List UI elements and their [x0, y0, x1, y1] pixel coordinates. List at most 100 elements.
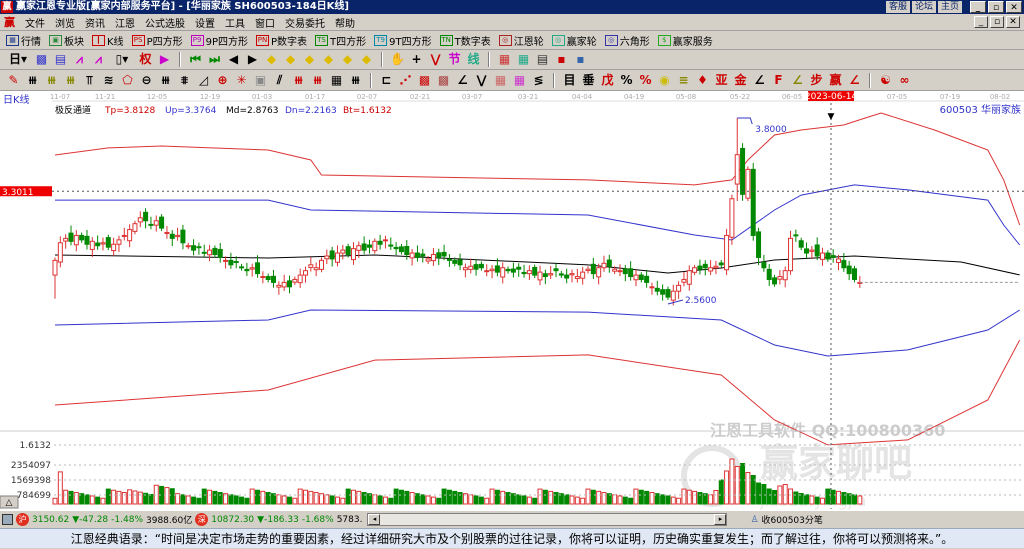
next-icon[interactable]: ▶ [245, 52, 260, 67]
angle-icon[interactable]: ∠ [455, 73, 470, 88]
line-draw-icon[interactable]: 线 [466, 52, 481, 67]
grid-tool-icon[interactable]: ⧻ [25, 73, 40, 88]
level-icon[interactable]: ⫪ [82, 73, 97, 88]
wave-icon[interactable]: ≋ [101, 73, 116, 88]
flag-icon[interactable]: ▶ [157, 52, 172, 67]
percent2-icon[interactable]: % [638, 73, 653, 88]
n2-icon[interactable]: ⩨ [177, 73, 192, 88]
prev-icon[interactable]: ◀ [226, 52, 241, 67]
gold-line-icon[interactable]: ≡ [676, 73, 691, 88]
expand-icon[interactable]: ◆ [302, 52, 317, 67]
menu-item-1[interactable]: 浏览 [55, 15, 75, 30]
rights-icon[interactable]: 权 [138, 52, 153, 67]
last-icon[interactable]: ⏭ [207, 52, 222, 67]
step-icon[interactable]: 步 [809, 73, 824, 88]
first-icon[interactable]: ⏮ [188, 52, 203, 67]
volume-toggle-icon[interactable]: △ [6, 498, 13, 508]
horizontal-scrollbar[interactable]: ◂ ▸ [367, 513, 728, 526]
angle3-icon[interactable]: ∠ [790, 73, 805, 88]
pen-icon[interactable]: ✎ [6, 73, 21, 88]
gold2-icon[interactable]: 金 [733, 73, 748, 88]
pin-icon[interactable]: ♦ [695, 73, 710, 88]
gann-fan2-icon[interactable]: ⧻ [63, 73, 78, 88]
shape-icon[interactable]: ⬠ [120, 73, 135, 88]
menu-item-6[interactable]: 工具 [225, 15, 245, 30]
span-icon[interactable]: ⧻ [348, 73, 363, 88]
toolbar-button-hexagon[interactable]: ◎ 六角形 [604, 33, 650, 48]
win-icon[interactable]: 嬴 [828, 73, 843, 88]
table-icon[interactable]: ▦ [329, 73, 344, 88]
indicator-icon[interactable]: ⩘ [72, 52, 87, 67]
toolbar-button-p-square[interactable]: PS P四方形 [131, 33, 183, 48]
angle2-icon[interactable]: ∠ [752, 73, 767, 88]
grid3-icon[interactable]: ▦ [512, 73, 527, 88]
menu-item-9[interactable]: 帮助 [335, 15, 355, 30]
taiji-icon[interactable]: ☯ [878, 73, 893, 88]
time-icon[interactable]: ⧻ [291, 73, 306, 88]
hand-icon[interactable]: ✋ [390, 52, 405, 67]
restore-button[interactable]: ▫ [988, 1, 1004, 13]
toolbar-button-p-number-table[interactable]: PN P数字表 [256, 33, 307, 48]
menu-item-3[interactable]: 江恩 [115, 15, 135, 30]
toolbar-button-t-number-table[interactable]: TN T数字表 [439, 33, 491, 48]
calendar-icon[interactable]: ▦ [497, 52, 512, 67]
shrink-icon[interactable]: ◆ [321, 52, 336, 67]
triangle-icon[interactable]: ◿ [196, 73, 211, 88]
crosshair-icon[interactable]: + [409, 52, 424, 67]
indicator2-icon[interactable]: ⩘ [91, 52, 106, 67]
v-icon[interactable]: ⋁ [474, 73, 489, 88]
move-up-icon[interactable]: ◆ [340, 52, 355, 67]
grid2-icon[interactable]: ▦ [493, 73, 508, 88]
table-icon[interactable] [2, 514, 13, 525]
zone2-icon[interactable]: ▩ [436, 73, 451, 88]
tick-data-label[interactable]: 收600503分笔 [762, 513, 823, 526]
angle4-icon[interactable]: ∠ [847, 73, 862, 88]
period-select[interactable]: 日▾ [6, 52, 30, 67]
time2-icon[interactable]: ⧻ [310, 73, 325, 88]
rect-icon[interactable]: ⊏ [379, 73, 394, 88]
close-button[interactable]: ✕ [1006, 1, 1022, 13]
candle-style-icon[interactable]: ▯▾ [110, 52, 134, 67]
list-icon[interactable]: ▤ [53, 52, 68, 67]
vertical-icon[interactable]: 垂 [581, 73, 596, 88]
parallel-icon[interactable]: ⫽ [272, 73, 287, 88]
ray-icon[interactable]: ⋰ [398, 73, 413, 88]
menu-item-0[interactable]: 文件 [25, 15, 45, 30]
home-link[interactable]: 主页 [937, 1, 962, 13]
star-icon[interactable]: ✳ [234, 73, 249, 88]
menu-item-2[interactable]: 资讯 [85, 15, 105, 30]
toolbar-button-9p-square[interactable]: P9 9P四方形 [190, 33, 248, 48]
support-link[interactable]: 客服 [885, 1, 910, 13]
menu-item-5[interactable]: 设置 [195, 15, 215, 30]
scroll-left-icon[interactable]: ◂ [368, 514, 381, 525]
menu-item-8[interactable]: 交易委托 [285, 15, 325, 30]
save-icon[interactable]: ▪ [554, 52, 569, 67]
notes-icon[interactable]: ▤ [535, 52, 550, 67]
line-tool-icon[interactable]: ⋁ [428, 52, 443, 67]
gold-icon[interactable]: ◉ [657, 73, 672, 88]
chart-canvas[interactable]: 11-07 11-21 12-05 12-19 01-03 01-17 02-07 02-21… [0, 91, 1024, 511]
kline-chart[interactable]: 11-07 11-21 12-05 12-19 01-03 01-17 02-07 02-21… [0, 91, 1024, 511]
chart-type-icon[interactable]: ▩ [34, 52, 49, 67]
toolbar-button-winner-wheel[interactable]: ◎ 赢家轮 [551, 33, 597, 48]
cycle-icon[interactable]: ⧻ [158, 73, 173, 88]
zone-icon[interactable]: ▩ [417, 73, 432, 88]
menu-item-4[interactable]: 公式选股 [145, 15, 185, 30]
child-close-button[interactable]: ✕ [1006, 16, 1020, 28]
eye-icon[interactable]: 目 [562, 73, 577, 88]
toolbar-button-service[interactable]: $ 赢家服务 [657, 33, 713, 48]
infinity-icon[interactable]: ∞ [897, 73, 912, 88]
fib-icon[interactable]: F [771, 73, 786, 88]
move-down-icon[interactable]: ◆ [359, 52, 374, 67]
zoom-in-icon[interactable]: ◆ [264, 52, 279, 67]
circle-icon[interactable]: ⊖ [139, 73, 154, 88]
box-icon[interactable]: ▣ [253, 73, 268, 88]
toolbar-button-sector[interactable]: ▣ 板块 [49, 33, 84, 48]
sz-index-badge[interactable]: 深 [195, 513, 209, 526]
toolbar-button-9t-square[interactable]: T9 9T四方形 [374, 33, 432, 48]
forum-link[interactable]: 论坛 [911, 1, 936, 13]
gann-fan-icon[interactable]: ⧻ [44, 73, 59, 88]
festival-icon[interactable]: 节 [447, 52, 462, 67]
calculator-icon[interactable]: ▦ [516, 52, 531, 67]
scroll-right-icon[interactable]: ▸ [714, 514, 727, 525]
